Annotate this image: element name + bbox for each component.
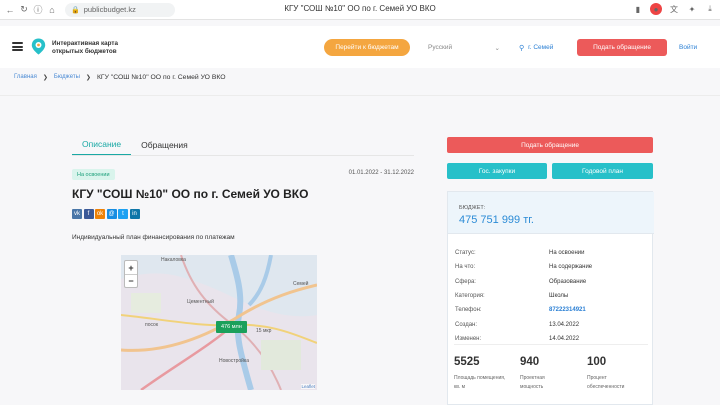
moimir-icon[interactable]: @ (106, 209, 117, 219)
sidebar-appeal-button[interactable]: Подать обращение (447, 137, 653, 153)
brand-name[interactable]: Интерактивная карта открытых бюджетов (52, 40, 142, 55)
map-label: 15 мкр (256, 328, 272, 334)
site-info-icon[interactable]: ⓘ (31, 3, 45, 17)
download-icon[interactable]: ⤓ (704, 3, 716, 15)
budget-map-marker[interactable]: 476 млн (216, 321, 247, 333)
stat-area: 5525 Площадь помещения, кв. м (454, 356, 506, 390)
city-selector[interactable]: ⚲ г. Семей (519, 39, 569, 56)
menu-icon[interactable] (12, 42, 23, 51)
detail-row: Категория: Школы (455, 289, 651, 303)
map-label: посок (145, 322, 159, 328)
home-icon[interactable]: ⌂ (45, 3, 59, 17)
map-label: Семей (293, 281, 309, 287)
browser-toolbar: ← ↻ ⓘ ⌂ 🔒 publicbudget.kz КГУ "СОШ №10" … (0, 0, 720, 20)
detail-row: Телефон: 87222314921 (455, 303, 651, 317)
detail-value: 14.04.2022 (549, 335, 580, 342)
phone-link[interactable]: 87222314921 (549, 307, 586, 313)
detail-value: Школы (549, 292, 569, 299)
chevron-right-icon: ❯ (85, 74, 91, 81)
logo-icon (31, 38, 46, 55)
detail-value: На освоении (549, 250, 585, 256)
budget-label: БЮДЖЕТ: (459, 205, 486, 211)
detail-key: Категория: (455, 292, 485, 299)
budget-summary: БЮДЖЕТ: 475 751 999 тг. (448, 192, 654, 234)
profile-avatar-icon[interactable]: ● (650, 3, 662, 15)
detail-value: 13.04.2022 (549, 321, 580, 328)
site-header: Интерактивная карта открытых бюджетов Пе… (0, 26, 720, 68)
tab-description[interactable]: Описание (72, 134, 132, 156)
detail-key: Создан: (455, 321, 478, 328)
breadcrumb-current: КГУ "СОШ №10" ОО по г. Семей УО ВКО (96, 73, 226, 81)
go-to-budgets-button[interactable]: Перейти к бюджетам (324, 39, 410, 56)
bookmark-icon[interactable]: ▮ (632, 3, 644, 15)
odnoklassniki-icon[interactable]: ok (95, 209, 105, 219)
tab-appeals[interactable]: Обращения (131, 134, 198, 156)
login-link[interactable]: Войти (679, 39, 697, 56)
translate-icon[interactable]: 文 (668, 3, 680, 15)
map-label: Накаловка (161, 257, 186, 263)
language-select[interactable]: Русский ⌄ (421, 39, 507, 56)
address-bar[interactable]: 🔒 publicbudget.kz (65, 2, 175, 17)
location-pin-icon: ⚲ (519, 44, 525, 52)
zoom-out-button[interactable]: − (125, 274, 137, 287)
budget-period: 01.01.2022 - 31.12.2022 (348, 170, 414, 176)
breadcrumb-home[interactable]: Главная (14, 74, 37, 80)
twitter-icon[interactable]: t (118, 209, 128, 219)
chevron-down-icon: ⌄ (494, 44, 500, 52)
facebook-icon[interactable]: f (83, 209, 94, 219)
stats-divider (454, 344, 648, 345)
detail-key: Сфера: (455, 278, 476, 285)
social-share-buttons: vk f ok @ t in (72, 209, 140, 219)
procurement-button[interactable]: Гос. закупки (447, 163, 547, 179)
city-value: г. Семей (528, 44, 554, 51)
status-badge: На освоении (72, 169, 115, 180)
stat-provision: 100 Процент обеспеченности (587, 356, 625, 390)
zoom-in-button[interactable]: + (125, 261, 137, 274)
budget-amount: 475 751 999 тг. (459, 214, 534, 226)
address-bar-url: publicbudget.kz (83, 5, 136, 14)
browser-tab-title: КГУ "СОШ №10" ОО по г. Семей УО ВКО (284, 4, 436, 13)
annual-plan-button[interactable]: Годовой план (552, 163, 653, 179)
page-title: КГУ "СОШ №10" ОО по г. Семей УО ВКО (72, 187, 309, 201)
stat-capacity: 940 Проектная мощность (520, 356, 545, 390)
detail-row: Статус: На освоении (455, 246, 651, 260)
language-value: Русский (428, 44, 453, 51)
lock-icon: 🔒 (71, 6, 80, 14)
detail-key: На что: (455, 264, 476, 271)
tabs-underline (72, 155, 414, 156)
chevron-right-icon: ❯ (42, 74, 48, 81)
detail-key: Изменен: (455, 335, 482, 342)
header-appeal-button[interactable]: Подать обращение (577, 39, 667, 56)
detail-value: Образование (549, 278, 587, 285)
map-label: Цементный (187, 299, 214, 305)
detail-row: Сфера: Образование (455, 275, 651, 289)
map-label: Новостройка (219, 358, 249, 364)
back-arrow-icon[interactable]: ← (3, 3, 17, 17)
detail-value: На содержание (549, 264, 593, 271)
location-map[interactable]: + − Накаловка Семей Цементный посок 15 м… (121, 255, 317, 390)
financing-plan-link[interactable]: Индивидуальный план финансирования по пл… (72, 234, 235, 241)
detail-row: На что: На содержание (455, 260, 651, 274)
content-tabs: Описание Обращения (72, 134, 198, 156)
header-divider (0, 95, 720, 96)
vk-icon[interactable]: vk (72, 209, 82, 219)
detail-key: Статус: (455, 250, 476, 256)
extensions-icon[interactable]: ✦ (686, 3, 698, 15)
breadcrumb: Главная ❯ Бюджеты ❯ КГУ "СОШ №10" ОО по … (14, 72, 226, 82)
breadcrumb-budgets[interactable]: Бюджеты (54, 74, 80, 80)
linkedin-icon[interactable]: in (129, 209, 140, 219)
map-zoom-control: + − (124, 260, 138, 288)
reload-icon[interactable]: ↻ (17, 3, 31, 17)
detail-key: Телефон: (455, 307, 482, 314)
detail-row: Создан: 13.04.2022 (455, 318, 651, 332)
map-attribution[interactable]: Leaflet (301, 384, 315, 389)
